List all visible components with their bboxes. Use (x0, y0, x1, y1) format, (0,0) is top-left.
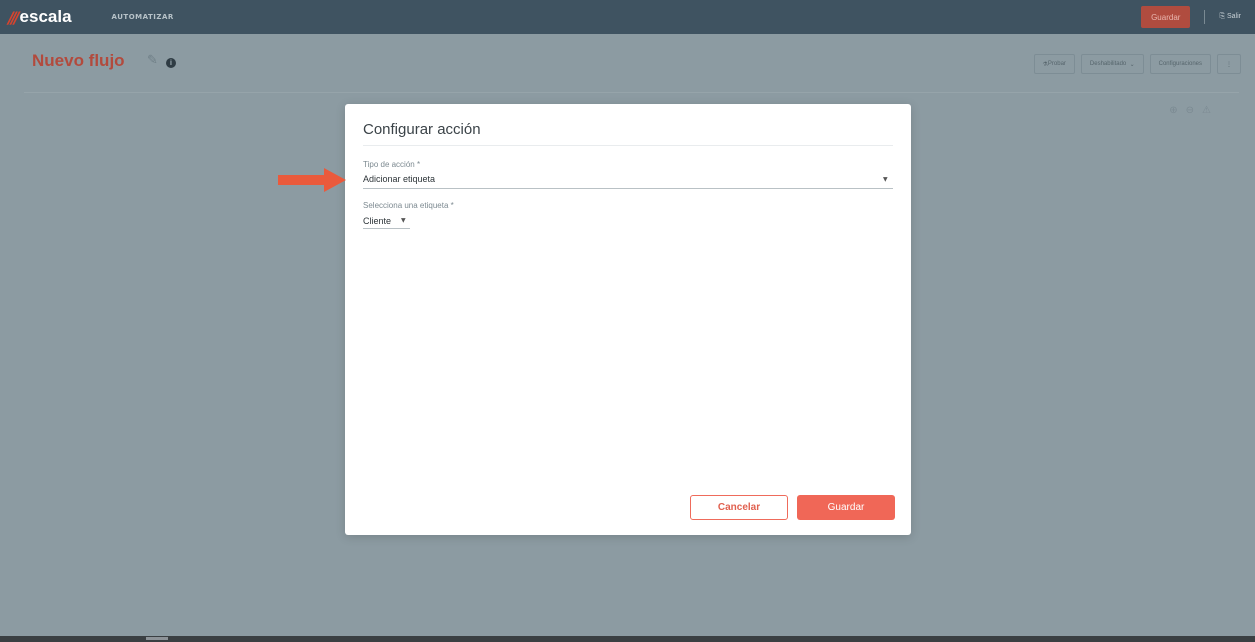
flow-toolbar: ⚗ Probar Deshabilitado ⌄ Configuraciones… (1028, 54, 1241, 74)
canvas-tools: ⊕ ⊖ ⚠ (1169, 105, 1211, 116)
page-title: Nuevo flujo (32, 51, 125, 70)
scroll-thumb[interactable] (146, 637, 168, 640)
nav-automatizar[interactable]: AUTOMATIZAR (112, 13, 174, 21)
top-divider (1204, 10, 1206, 24)
zoom-in-icon[interactable]: ⊕ (1169, 105, 1177, 116)
top-actions: Guardar ⎘ Salir (1141, 6, 1241, 28)
caret-down-icon: ▼ (883, 176, 888, 183)
logout-label: Salir (1226, 13, 1241, 20)
settings-button[interactable]: Configuraciones (1149, 54, 1211, 74)
status-dropdown[interactable]: Deshabilitado ⌄ (1080, 54, 1144, 74)
zoom-out-icon[interactable]: ⊖ (1186, 105, 1194, 116)
logout-button[interactable]: ⎘ Salir (1219, 13, 1241, 21)
action-type-label: Tipo de acción * (363, 160, 421, 169)
bottom-scrollbar[interactable] (0, 636, 1255, 642)
escala-logo[interactable]: /// escala (8, 7, 72, 27)
test-label: Probar (1047, 61, 1066, 67)
top-bar: /// escala AUTOMATIZAR Guardar ⎘ Salir (0, 0, 1255, 34)
test-button[interactable]: ⚗ Probar (1033, 54, 1075, 74)
tag-label: Selecciona una etiqueta * (363, 201, 454, 210)
arrow-right-icon (278, 168, 346, 192)
more-options-icon[interactable]: ⋮ (1217, 54, 1241, 74)
top-save-button[interactable]: Guardar (1141, 6, 1191, 28)
action-type-value: Adicionar etiqueta (363, 174, 436, 184)
modal-title: Configurar acción (363, 121, 481, 138)
info-icon[interactable]: i (166, 58, 176, 68)
chevron-down-icon: ⌄ (1126, 61, 1135, 68)
save-button[interactable]: Guardar (797, 495, 895, 520)
logout-icon: ⎘ (1219, 13, 1227, 20)
warning-icon[interactable]: ⚠ (1202, 105, 1211, 116)
tag-underline (363, 228, 410, 229)
status-label: Deshabilitado (1089, 61, 1127, 67)
pencil-icon[interactable]: ✎ (147, 54, 161, 68)
caret-down-icon: ▼ (401, 217, 406, 224)
logo-mark-icon: /// (8, 7, 19, 27)
modal-divider (363, 145, 893, 146)
configure-action-modal: Configurar acción Tipo de acción * Adici… (345, 104, 911, 535)
action-type-underline (363, 188, 893, 189)
tag-value: Cliente (363, 216, 392, 226)
cancel-button[interactable]: Cancelar (690, 495, 788, 520)
logo-text: escala (19, 7, 72, 26)
